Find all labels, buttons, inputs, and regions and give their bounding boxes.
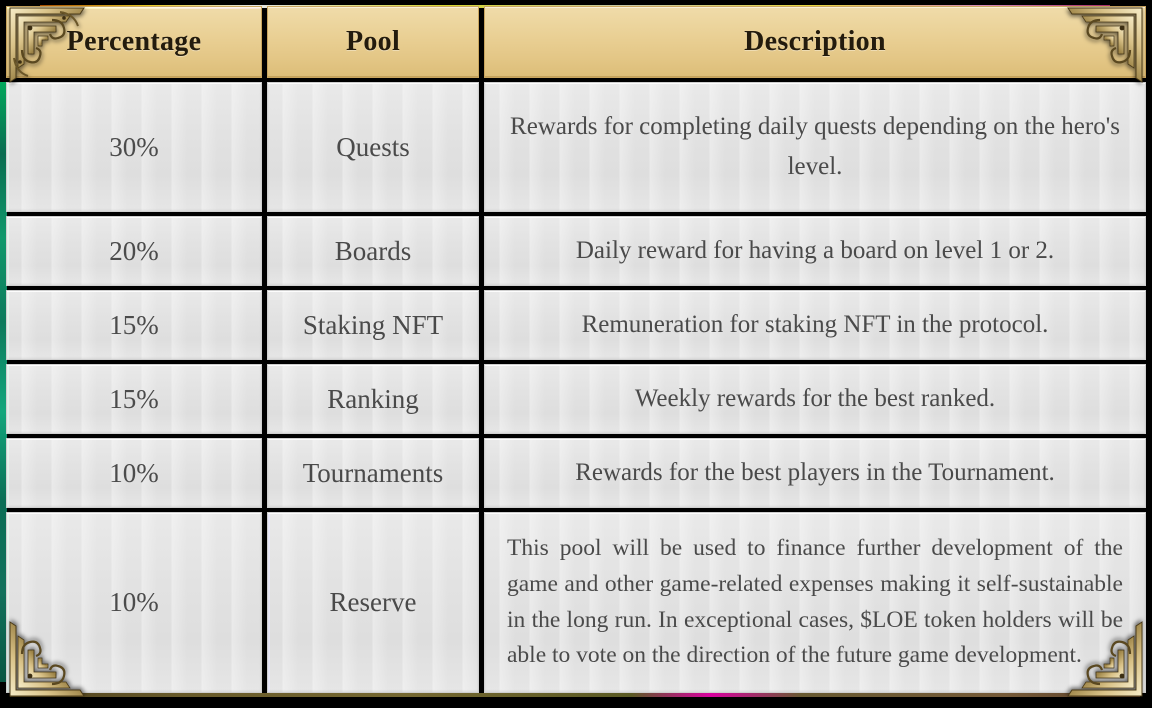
row-top-fringe [485, 216, 1145, 217]
pool-value: Boards [334, 235, 412, 266]
row-top-fringe [7, 290, 261, 291]
column-header-pool: Pool [267, 6, 479, 78]
cell-percentage: 10% [6, 512, 262, 693]
table-header-row: Percentage Pool Description [6, 6, 1146, 78]
row-top-fringe [485, 438, 1145, 439]
table-row[interactable]: 10% Reserve This pool will be used to fi… [6, 512, 1146, 693]
cell-percentage: 20% [6, 216, 262, 286]
percentage-value: 30% [109, 131, 159, 162]
table-row[interactable]: 15% Staking NFT Remuneration for staking… [6, 290, 1146, 360]
percentage-value: 20% [109, 235, 159, 266]
column-header-percentage: Percentage [6, 6, 262, 78]
row-top-fringe [268, 512, 478, 513]
cell-description: Daily reward for having a board on level… [484, 216, 1146, 286]
cell-left-fringe [7, 291, 9, 359]
cell-left-fringe [7, 513, 9, 692]
pool-value: Reserve [329, 587, 417, 617]
cell-pool: Reserve [267, 512, 479, 693]
row-top-fringe [268, 216, 478, 217]
pool-value: Staking NFT [302, 309, 444, 340]
table-screen: Percentage Pool Description 30% Quests R… [0, 0, 1152, 708]
pool-distribution-table: Percentage Pool Description 30% Quests R… [6, 6, 1146, 696]
pool-value: Quests [336, 131, 410, 162]
description-value: Daily reward for having a board on level… [575, 236, 1055, 264]
cell-pool: Ranking [267, 364, 479, 434]
cell-description: Rewards for the best players in the Tour… [484, 438, 1146, 508]
cell-percentage: 30% [6, 82, 262, 212]
cell-pool: Boards [267, 216, 479, 286]
row-top-fringe [7, 364, 261, 365]
cell-left-fringe [268, 513, 270, 692]
cell-description: Rewards for completing daily quests depe… [484, 82, 1146, 212]
cell-description: This pool will be used to finance furthe… [484, 512, 1146, 693]
row-top-fringe [268, 438, 478, 439]
row-top-fringe [485, 364, 1145, 365]
description-value: Rewards for the best players in the Tour… [575, 458, 1055, 486]
description-value: Rewards for completing daily quests depe… [510, 112, 1120, 181]
cell-percentage: 15% [6, 290, 262, 360]
column-header-description-label: Description [744, 26, 886, 57]
percentage-value: 15% [109, 309, 159, 340]
table-row[interactable]: 30% Quests Rewards for completing daily … [6, 82, 1146, 212]
row-top-fringe [268, 364, 478, 365]
description-value: This pool will be used to finance furthe… [507, 535, 1123, 669]
cell-percentage: 10% [6, 438, 262, 508]
cell-description: Remuneration for staking NFT in the prot… [484, 290, 1146, 360]
description-value: Weekly rewards for the best ranked. [634, 384, 996, 412]
description-value: Remuneration for staking NFT in the prot… [581, 310, 1049, 338]
pool-value: Tournaments [302, 457, 444, 488]
row-top-fringe [268, 290, 478, 291]
percentage-value: 10% [109, 587, 159, 617]
percentage-value: 15% [109, 383, 159, 414]
row-top-fringe [485, 512, 1145, 513]
cell-left-fringe [7, 439, 9, 507]
row-top-fringe [485, 290, 1145, 291]
cell-left-fringe [7, 217, 9, 285]
row-top-fringe [7, 512, 261, 513]
column-header-percentage-label: Percentage [66, 26, 202, 57]
cell-percentage: 15% [6, 364, 262, 434]
cell-left-fringe [7, 83, 9, 211]
table-row[interactable]: 15% Ranking Weekly rewards for the best … [6, 364, 1146, 434]
cell-left-fringe [7, 365, 9, 433]
header-top-fringe [7, 7, 261, 9]
cell-description: Weekly rewards for the best ranked. [484, 364, 1146, 434]
row-top-fringe [7, 216, 261, 217]
table-row[interactable]: 10% Tournaments Rewards for the best pla… [6, 438, 1146, 508]
table-row[interactable]: 20% Boards Daily reward for having a boa… [6, 216, 1146, 286]
cell-pool: Staking NFT [267, 290, 479, 360]
pool-value: Ranking [327, 383, 419, 414]
percentage-value: 10% [109, 457, 159, 488]
column-header-description: Description [484, 6, 1146, 78]
cell-pool: Quests [267, 82, 479, 212]
column-header-pool-label: Pool [345, 26, 401, 57]
cell-pool: Tournaments [267, 438, 479, 508]
row-top-fringe [7, 438, 261, 439]
